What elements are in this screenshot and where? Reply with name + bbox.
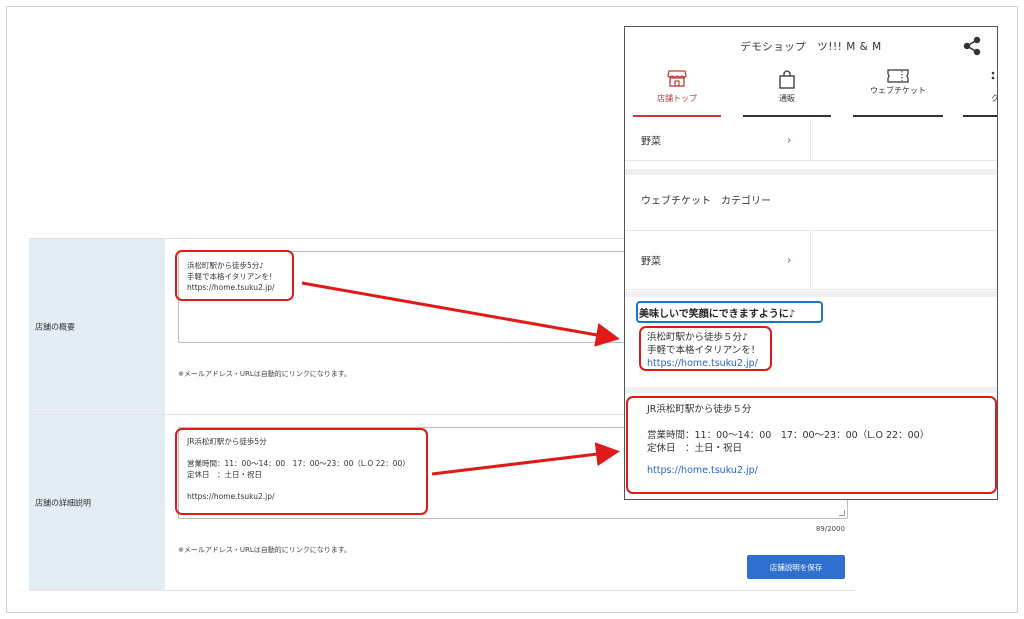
more-icon — [990, 69, 996, 85]
tab-label: 通販 — [779, 94, 795, 103]
character-counter: 89/2000 — [815, 525, 845, 533]
ticket-icon — [887, 69, 909, 85]
detail-label-cell: 店舗の詳細説明 — [29, 415, 165, 590]
category-row: 野菜 › — [625, 119, 997, 161]
shop-nav-tabs: 店舗トップ 通販 ウェブチケット — [625, 63, 997, 119]
tab-label: 店舗トップ — [657, 94, 697, 103]
tab-label: ウェブチケット — [870, 86, 926, 95]
save-description-button[interactable]: 店舗説明を保存 — [747, 555, 845, 579]
tab-web-ticket[interactable]: ウェブチケット — [853, 63, 943, 117]
detail-highlight-box — [175, 428, 428, 515]
ticket-category-heading: ウェブチケット カテゴリー — [641, 196, 771, 207]
tab-underline — [853, 115, 943, 117]
category-item-vegetables[interactable]: 野菜 › — [625, 119, 811, 160]
tab-underline — [633, 115, 721, 117]
section-divider — [625, 169, 997, 175]
shop-title: デモショップ ツ!!! M & M — [740, 41, 882, 53]
ticket-category-item-vegetables[interactable]: 野菜 › — [625, 231, 811, 289]
detail-label: 店舗の詳細説明 — [35, 498, 91, 507]
storefront-icon — [667, 69, 687, 89]
preview-detail-highlight-box — [626, 396, 997, 494]
resize-grip-icon[interactable] — [839, 510, 845, 516]
ticket-category-row: 野菜 › — [625, 230, 997, 290]
detail-note: ※メールアドレス・URLは自動的にリンクになります。 — [178, 546, 352, 554]
category-label: 野菜 — [641, 136, 661, 147]
overview-label-cell: 店舗の概要 — [29, 239, 165, 414]
overview-heading-highlight-box — [636, 301, 823, 323]
share-icon[interactable] — [961, 35, 983, 57]
overview-note: ※メールアドレス・URLは自動的にリンクになります。 — [178, 370, 352, 378]
category-label: 野菜 — [641, 256, 661, 268]
chevron-right-icon: › — [787, 253, 792, 267]
preview-overview-highlight-box — [639, 326, 772, 371]
overview-label: 店舗の概要 — [35, 322, 75, 331]
tab-underline — [963, 115, 997, 117]
tab-more[interactable]: ク — [963, 63, 997, 117]
overview-highlight-box — [175, 250, 294, 301]
tab-shop-top[interactable]: 店舗トップ — [633, 63, 721, 117]
shopping-bag-icon — [778, 69, 796, 91]
tab-label: ク — [985, 93, 997, 104]
section-divider — [625, 291, 997, 297]
tab-underline — [743, 115, 831, 117]
tab-mail-order[interactable]: 通販 — [743, 63, 831, 117]
chevron-right-icon: › — [787, 133, 792, 146]
